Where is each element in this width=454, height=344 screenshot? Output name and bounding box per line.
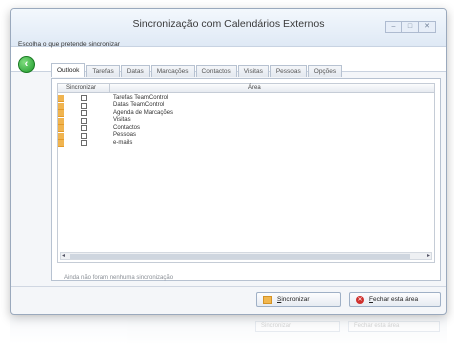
minimize-button[interactable]: – [385,21,402,33]
row-marker-icon [58,132,64,140]
footer-divider [11,286,446,287]
sync-grid: Sincronizar Área Tarefas TeamControl Dat… [57,83,435,263]
row-marker-icon [58,125,64,132]
sync-button[interactable]: Sincronizar [256,292,341,307]
sync-button-label: Sincronizar [277,296,310,303]
sync-checkbox[interactable] [81,117,87,124]
sync-checkbox[interactable] [81,125,87,131]
tab-opcoes[interactable]: Opções [307,65,343,77]
tab-datas[interactable]: Datas [120,65,150,77]
maximize-button[interactable]: □ [402,21,419,33]
sync-status-text: Ainda não foram nenhuma sincronização [64,275,174,281]
subtitle-text: Escolha o que pretende sincronizar [18,41,120,48]
row-marker-icon [58,95,64,102]
sync-dialog: Sincronização com Calendários Externos –… [10,8,447,315]
row-marker-icon [58,110,64,117]
column-divider [109,84,110,93]
row-marker-icon [58,140,64,147]
sync-checkbox[interactable] [81,140,87,146]
close-area-button[interactable]: ✕ Fechar esta área [349,292,441,307]
tab-strip: Outlook Tarefas Datas Marcações Contacto… [51,63,343,77]
reflected-close-button: Fechar esta área [348,321,440,332]
scroll-left-icon[interactable]: ◂ [62,252,65,259]
tab-contactos[interactable]: Contactos [195,65,237,77]
row-label: Visitas [113,117,131,123]
row-label: Agenda de Marcações [113,109,174,116]
tab-panel-outlook: Sincronizar Área Tarefas TeamControl Dat… [51,78,441,281]
tab-marcacoes[interactable]: Marcações [150,65,195,77]
close-area-button-label: Fechar esta área [369,296,419,303]
scroll-right-icon[interactable]: ▸ [427,252,430,259]
column-header-sync[interactable]: Sincronizar [66,85,96,91]
grid-rows: Tarefas TeamControl Datas TeamControl Ag… [58,95,434,148]
back-arrow-icon[interactable]: ‹ [18,56,35,73]
sync-icon [263,295,272,304]
reflected-sync-button: Sincronizar [255,321,340,332]
window-controls: – □ ✕ [385,21,436,33]
grid-header: Sincronizar Área [58,84,434,93]
scroll-thumb[interactable] [70,254,410,259]
tab-outlook[interactable]: Outlook [51,63,86,77]
table-row[interactable]: e-mails [58,140,434,148]
row-label: Contactos [113,124,141,131]
close-icon: ✕ [356,295,364,304]
row-label: Pessoas [113,132,137,138]
horizontal-scrollbar[interactable]: ◂ ▸ [60,252,432,260]
row-label: Datas TeamControl [113,102,165,108]
row-marker-icon [58,102,64,110]
tab-tarefas[interactable]: Tarefas [86,65,120,77]
tab-visitas[interactable]: Visitas [237,65,269,77]
sync-checkbox[interactable] [81,110,87,116]
row-label: Tarefas TeamControl [113,94,169,101]
close-window-button[interactable]: ✕ [419,21,436,33]
window-reflection: Sincronizar Fechar esta área [10,317,447,344]
row-label: e-mails [113,139,133,146]
sync-checkbox[interactable] [81,132,87,139]
column-header-area[interactable]: Área [248,85,261,91]
tab-pessoas[interactable]: Pessoas [269,65,307,77]
window-title: Sincronização com Calendários Externos [132,18,325,30]
sync-checkbox[interactable] [81,95,87,101]
row-marker-icon [58,117,64,125]
sync-checkbox[interactable] [81,102,87,109]
